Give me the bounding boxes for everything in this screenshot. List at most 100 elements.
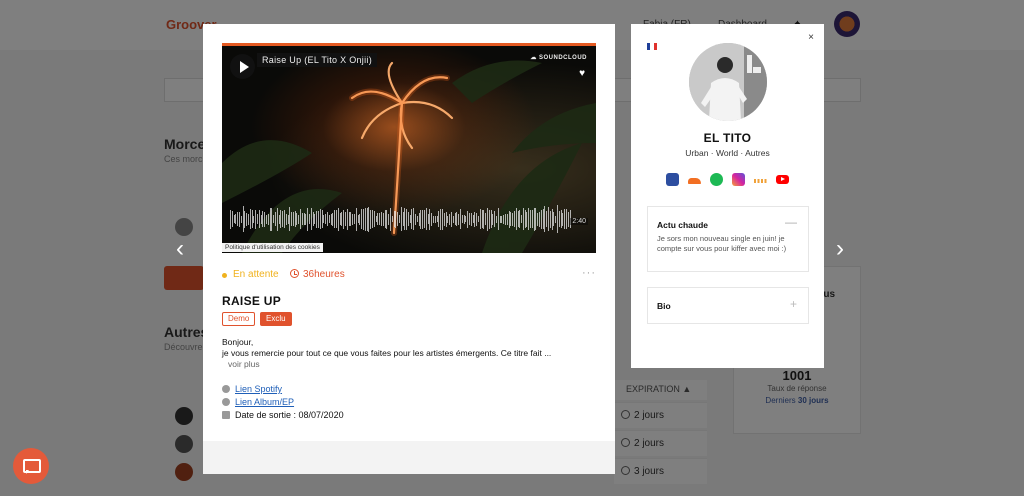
- youtube-icon[interactable]: [776, 173, 789, 186]
- spotify-icon: [222, 385, 230, 393]
- collapse-icon[interactable]: —: [785, 215, 797, 229]
- waveform-bar: [289, 207, 291, 231]
- waveform-bar: [276, 207, 278, 231]
- waveform-bar: [309, 214, 310, 224]
- waveform-bar: [264, 211, 265, 227]
- waveform-bar: [411, 209, 413, 229]
- waveform-bar: [310, 208, 312, 230]
- clock-icon: [290, 269, 299, 278]
- waveform-bar: [564, 209, 566, 229]
- news-box[interactable]: Actu chaude — Je sors mon nouveau single…: [647, 206, 809, 272]
- waveform-bar: [346, 208, 348, 230]
- player-track-title[interactable]: Raise Up (EL Tito X Onjii): [257, 53, 377, 67]
- deezer-icon[interactable]: [754, 173, 767, 186]
- waveform-bar: [371, 210, 373, 228]
- waveform-bar: [436, 216, 438, 222]
- waveform-bar: [339, 213, 341, 225]
- next-arrow-icon[interactable]: ›: [836, 235, 844, 263]
- waveform-bar: [330, 213, 332, 225]
- waveform-bar: [373, 211, 375, 227]
- waveform-bar: [278, 214, 280, 224]
- waveform-bar: [490, 210, 492, 228]
- waveform-bar: [384, 210, 386, 228]
- waveform-bar: [533, 207, 535, 231]
- spotify-link[interactable]: Lien Spotify: [235, 384, 282, 394]
- waveform-bar: [364, 207, 366, 231]
- pending-dot-icon: [222, 273, 227, 278]
- heart-icon[interactable]: ♥: [579, 68, 585, 79]
- waveform-bar: [519, 210, 521, 228]
- waveform-bar: [233, 215, 235, 223]
- play-button[interactable]: [230, 54, 255, 79]
- waveform-bar: [477, 216, 479, 222]
- waveform-bar: [256, 214, 258, 224]
- waveform-bar: [501, 215, 503, 223]
- waveform-bar: [557, 205, 558, 233]
- waveform-bar: [499, 215, 501, 223]
- waveform-bar: [316, 210, 318, 228]
- waveform-bar: [508, 210, 510, 228]
- waveform-bar: [395, 210, 397, 228]
- waveform-bar: [420, 209, 422, 229]
- waveform-bar: [566, 209, 567, 229]
- waveform-bar: [402, 212, 404, 226]
- waveform-bar: [540, 209, 542, 229]
- waveform-bar: [294, 211, 296, 227]
- waveform-bar: [249, 209, 251, 229]
- soundcloud-player[interactable]: Raise Up (EL Tito X Onjii) ☁ SOUNDCLOUD …: [222, 43, 596, 253]
- waveform-bar: [391, 216, 393, 222]
- waveform-bar: [237, 212, 238, 226]
- waveform-bar: [273, 215, 274, 223]
- waveform-bar: [343, 209, 344, 229]
- waveform-bar: [512, 212, 513, 226]
- waveform-bar: [424, 210, 425, 228]
- waveform-bar: [291, 212, 292, 226]
- waveform-bar: [319, 209, 321, 229]
- facebook-icon[interactable]: [666, 173, 679, 186]
- waveform-bar: [361, 209, 362, 229]
- soundcloud-icon[interactable]: [688, 173, 701, 186]
- waveform-bar: [352, 213, 353, 225]
- instagram-icon[interactable]: [732, 173, 745, 186]
- waveform-bar: [542, 209, 544, 229]
- bio-box[interactable]: Bio +: [647, 287, 809, 324]
- see-more-link[interactable]: voir plus: [228, 359, 260, 369]
- album-link[interactable]: Lien Album/EP: [235, 397, 294, 407]
- close-icon[interactable]: ×: [808, 32, 814, 43]
- country-flag-icon: [647, 43, 657, 50]
- waveform[interactable]: [230, 203, 571, 235]
- waveform-bar: [422, 209, 424, 229]
- waveform-bar: [494, 211, 495, 227]
- more-options-icon[interactable]: ···: [582, 267, 596, 279]
- tag-exclu: Exclu: [260, 312, 292, 326]
- waveform-bar: [447, 215, 449, 223]
- waveform-bar: [337, 207, 339, 231]
- spotify-icon[interactable]: [710, 173, 723, 186]
- waveform-bar: [332, 212, 334, 226]
- chat-button[interactable]: [13, 448, 49, 484]
- waveform-bar: [454, 213, 456, 225]
- tag-demo: Demo: [222, 312, 256, 326]
- expand-icon[interactable]: +: [790, 297, 797, 311]
- waveform-bar: [238, 211, 240, 227]
- waveform-bar: [440, 208, 442, 230]
- waveform-bar: [258, 210, 260, 228]
- soundcloud-logo[interactable]: ☁ SOUNDCLOUD: [530, 54, 587, 61]
- waveform-bar: [481, 210, 483, 228]
- waveform-bar: [449, 213, 451, 225]
- waveform-bar: [305, 213, 307, 225]
- waveform-bar: [524, 210, 526, 228]
- waveform-bar: [307, 207, 309, 231]
- waveform-bar: [544, 206, 546, 232]
- artist-panel: × EL TITO Urban · World · Autres Actu ch…: [631, 24, 824, 368]
- waveform-bar: [418, 212, 420, 226]
- waveform-bar: [271, 207, 273, 231]
- waveform-bar: [409, 215, 411, 223]
- waveform-bar: [479, 209, 481, 229]
- waveform-bar: [280, 210, 282, 228]
- cookie-policy-link[interactable]: Politique d'utilisation des cookies: [222, 243, 323, 252]
- waveform-bar: [530, 210, 531, 228]
- waveform-bar: [251, 210, 253, 228]
- waveform-bar: [460, 209, 461, 229]
- previous-arrow-icon[interactable]: ‹: [176, 235, 184, 263]
